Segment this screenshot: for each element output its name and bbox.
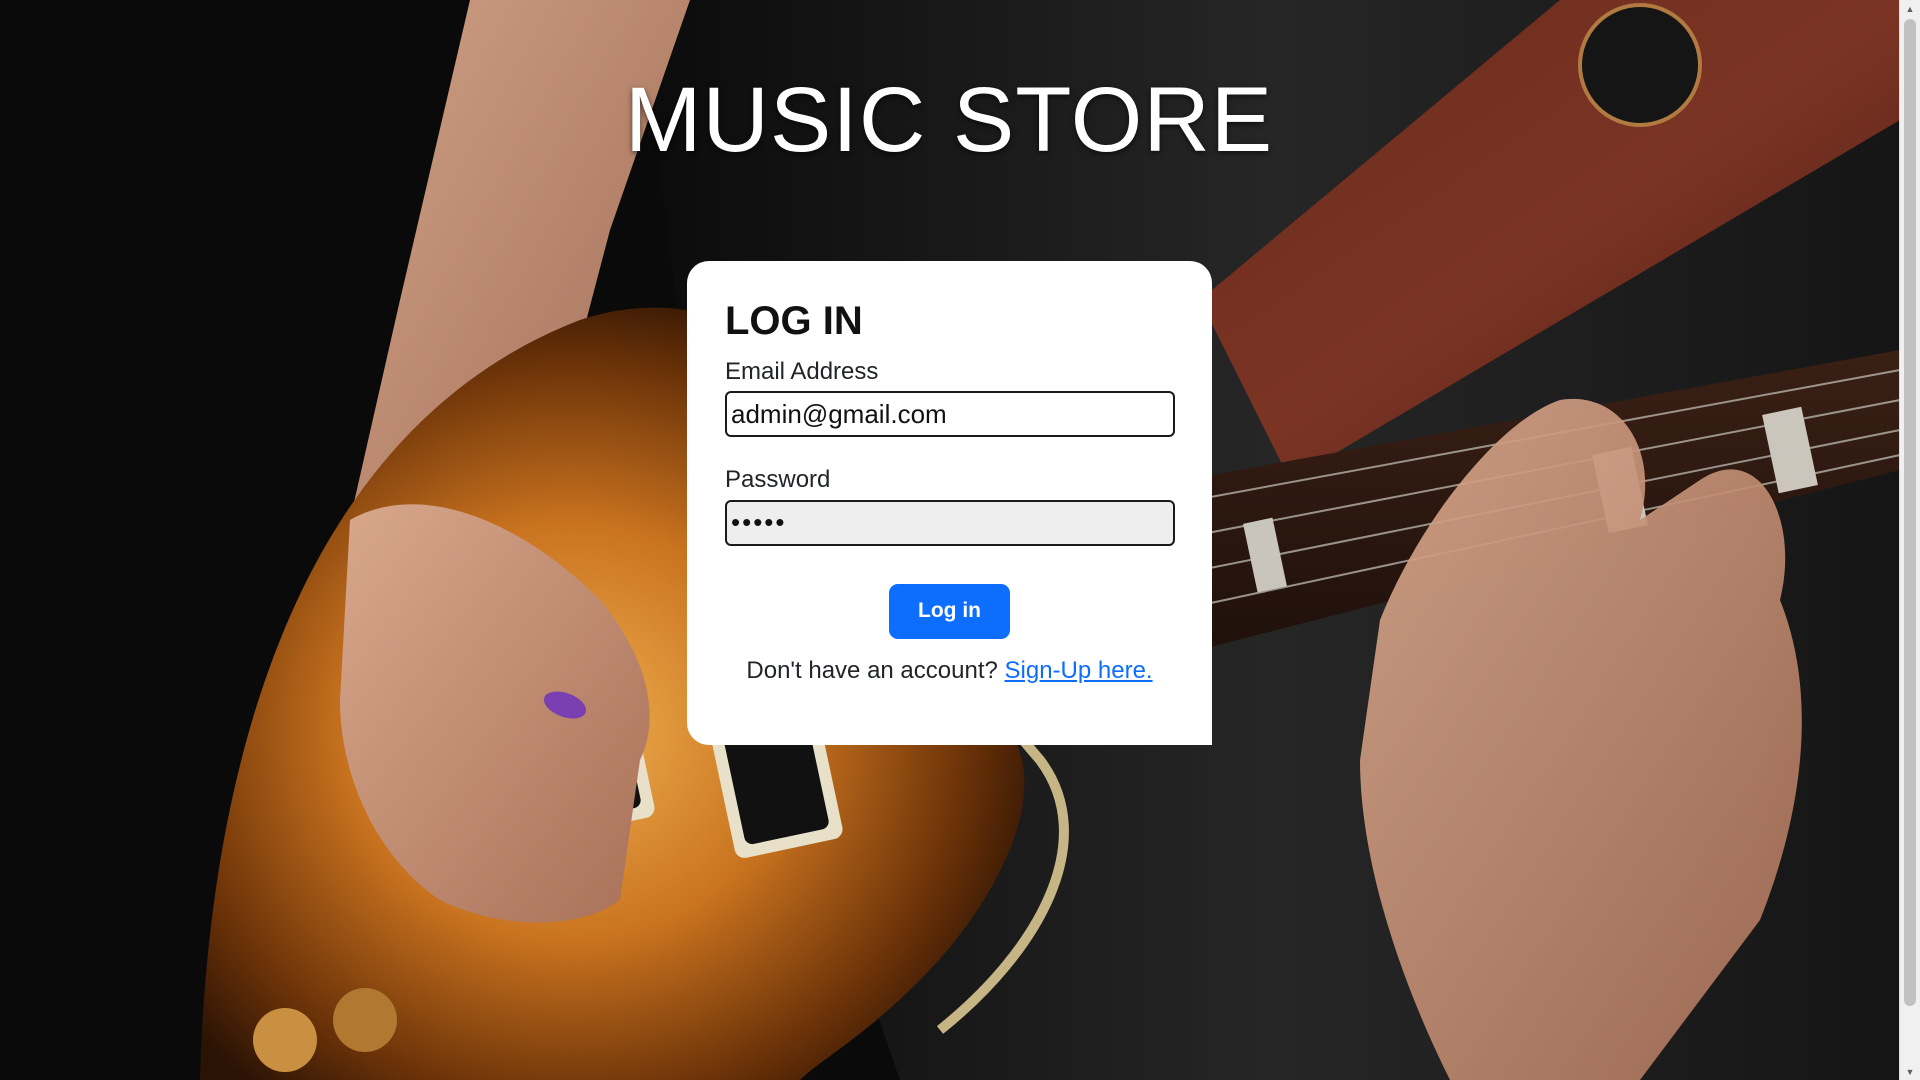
vertical-scrollbar[interactable]: ▲ ▼ — [1899, 0, 1920, 1080]
signup-row: Don't have an account? Sign-Up here. — [725, 657, 1174, 685]
email-label: Email Address — [725, 358, 879, 385]
login-button[interactable]: Log in — [889, 583, 1010, 639]
signup-prompt: Don't have an account? — [746, 656, 1005, 684]
password-input[interactable] — [725, 499, 1175, 546]
scroll-down-arrow-icon[interactable]: ▼ — [1900, 1063, 1920, 1080]
scroll-thumb[interactable] — [1904, 19, 1916, 1006]
login-heading: LOG IN — [725, 299, 863, 343]
email-field-group: Email Address — [725, 358, 1175, 438]
password-label: Password — [725, 466, 831, 494]
page-title: MUSIC STORE — [624, 69, 1274, 171]
login-form: LOG IN Email Address Password Log in Don… — [687, 261, 1212, 745]
scroll-up-arrow-icon[interactable]: ▲ — [1900, 0, 1920, 17]
signup-link[interactable]: Sign-Up here. — [1005, 657, 1153, 684]
submit-row: Log in — [725, 583, 1174, 639]
email-input[interactable] — [725, 391, 1175, 438]
page: MUSIC STORE LOG IN Email Address Passwor… — [0, 0, 1920, 1080]
password-field-group: Password — [725, 466, 1175, 546]
